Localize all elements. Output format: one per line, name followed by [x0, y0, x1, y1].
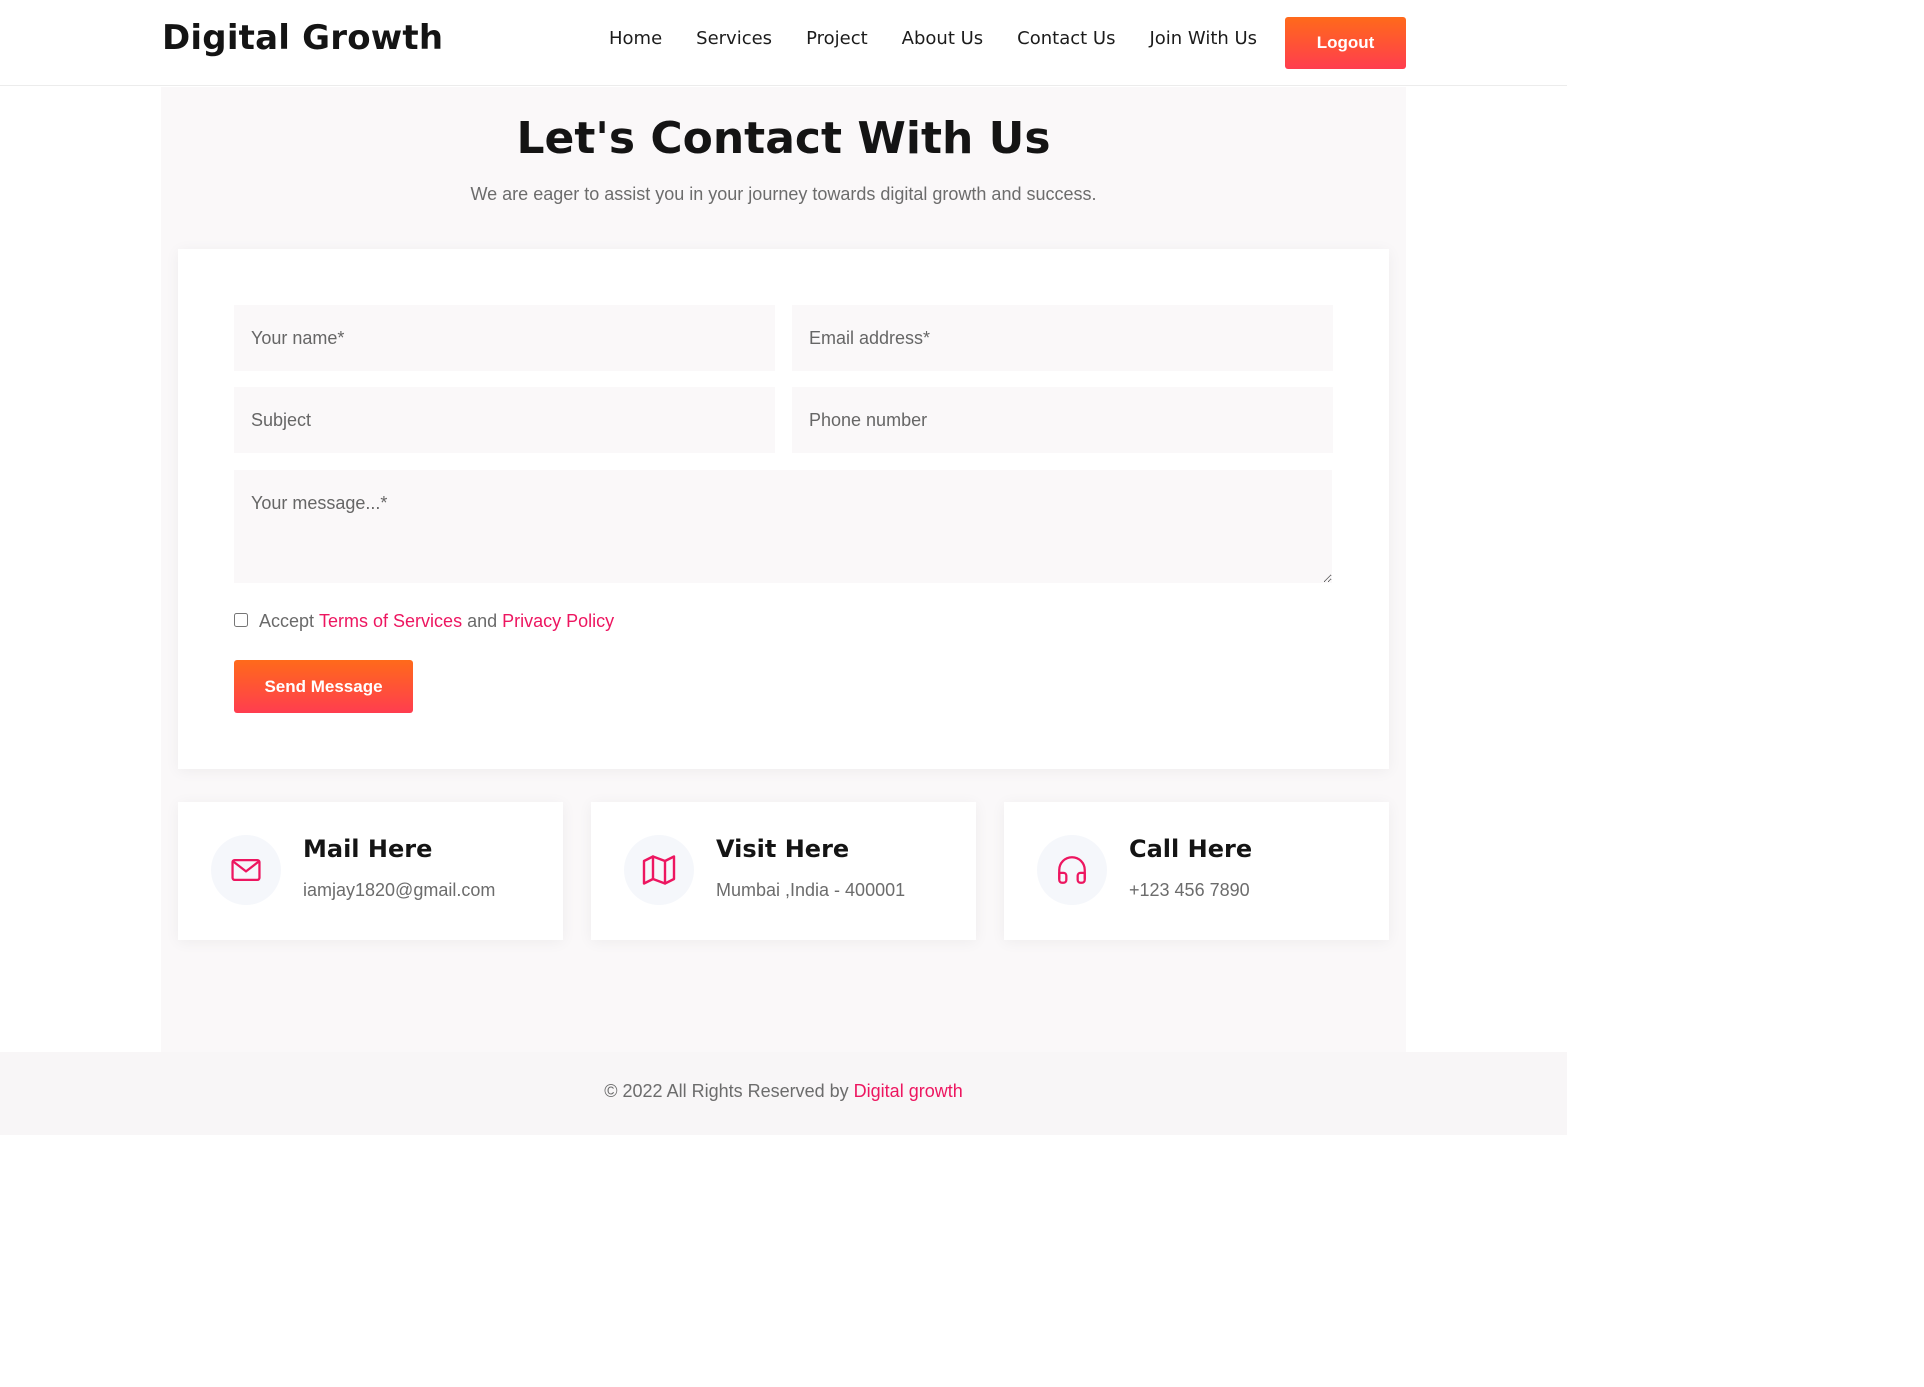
mail-address: iamjay1820@gmail.com — [303, 880, 496, 900]
contact-section: Let's Contact With Us We are eager to as… — [161, 87, 1406, 1052]
accept-terms-checkbox[interactable] — [234, 613, 248, 627]
phone-input[interactable] — [792, 387, 1333, 453]
main-nav: Home Services Project About Us Contact U… — [609, 28, 1291, 49]
visit-title: Visit Here — [716, 835, 850, 863]
name-input[interactable] — [234, 305, 775, 371]
nav-home[interactable]: Home — [609, 28, 662, 49]
phone-number: +123 456 7890 — [1129, 880, 1250, 900]
headphones-icon — [1037, 835, 1107, 905]
accept-and-text: and — [467, 611, 498, 631]
nav-about-us[interactable]: About Us — [902, 28, 984, 49]
message-textarea[interactable] — [234, 470, 1332, 583]
terms-of-services-link[interactable]: Terms of Services — [319, 611, 462, 632]
privacy-policy-link[interactable]: Privacy Policy — [502, 611, 614, 632]
copyright-text: © 2022 All Rights Reserved by — [604, 1081, 849, 1101]
contact-form-card: Accept Terms of Services and Privacy Pol… — [178, 249, 1389, 769]
send-message-button[interactable]: Send Message — [234, 660, 413, 713]
logout-button[interactable]: Logout — [1285, 17, 1406, 69]
mail-title: Mail Here — [303, 835, 433, 863]
accept-prefix-text: Accept — [259, 611, 315, 631]
email-input[interactable] — [792, 305, 1333, 371]
mail-info-card: Mail Here iamjay1820@gmail.com — [178, 802, 563, 940]
brand-logo[interactable]: Digital Growth — [162, 18, 443, 58]
call-info-card: Call Here +123 456 7890 — [1004, 802, 1389, 940]
subject-input[interactable] — [234, 387, 775, 453]
nav-project[interactable]: Project — [806, 28, 868, 49]
call-title: Call Here — [1129, 835, 1253, 863]
nav-contact-us[interactable]: Contact Us — [1017, 28, 1115, 49]
site-footer: © 2022 All Rights Reserved by Digital gr… — [0, 1052, 1567, 1135]
terms-row: Accept Terms of Services and Privacy Pol… — [234, 611, 614, 632]
nav-services[interactable]: Services — [696, 28, 772, 49]
visit-info-card: Visit Here Mumbai ,India - 400001 — [591, 802, 976, 940]
page-subtitle: We are eager to assist you in your journ… — [470, 184, 1097, 204]
page-title: Let's Contact With Us — [516, 113, 1051, 164]
map-icon — [624, 835, 694, 905]
visit-address: Mumbai ,India - 400001 — [716, 880, 906, 900]
nav-join-with-us[interactable]: Join With Us — [1149, 28, 1257, 49]
mail-icon — [211, 835, 281, 905]
site-header: Digital Growth Home Services Project Abo… — [0, 0, 1567, 86]
footer-brand-link[interactable]: Digital growth — [854, 1081, 963, 1101]
